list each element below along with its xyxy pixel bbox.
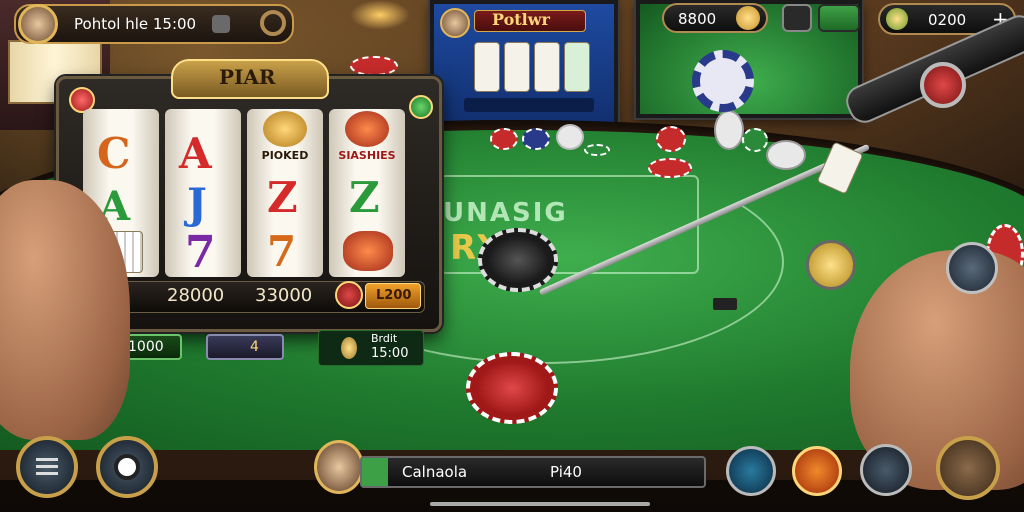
chip-red-flat <box>648 158 692 178</box>
reel2-symbol-1: A <box>179 129 212 178</box>
chip-stack-white-2 <box>714 110 744 150</box>
red-chip-stack-front <box>466 352 558 424</box>
screen-card-2 <box>504 42 530 92</box>
refresh-icon[interactable] <box>886 8 908 30</box>
option-value: 4 <box>250 339 259 355</box>
slot-bet-label: L200 <box>376 288 412 303</box>
avatar[interactable] <box>18 4 58 44</box>
dealer-avatar <box>440 8 470 38</box>
edit-icon[interactable] <box>736 6 760 30</box>
chip-stack-white-1 <box>556 124 584 150</box>
home-indicator <box>430 502 650 506</box>
cashout-icon[interactable] <box>818 4 860 32</box>
reel-4: SIASHIES Z <box>329 109 405 277</box>
poker-screen-title: Potlwr <box>492 10 550 29</box>
slot-spin-icon[interactable] <box>335 281 363 309</box>
reel3-symbol-1: Z <box>267 173 298 222</box>
chip-stack-red-2 <box>656 126 686 152</box>
reel2-symbol-3: 7 <box>185 227 216 278</box>
reel3-lion-icon <box>263 111 307 147</box>
player-name: Calnaola <box>402 463 468 481</box>
slot-title: PIAR <box>219 65 276 89</box>
bet-timer-badge[interactable]: Brdit 15:00 <box>318 330 424 366</box>
screen-card-4 <box>564 42 590 92</box>
slot-amount-1: 28000 <box>167 285 225 306</box>
gold-coin-icon <box>806 240 856 290</box>
player-avatar[interactable] <box>314 440 364 494</box>
bet-label: Brdit <box>371 332 398 345</box>
profile-status-text: Pohtol hle 15:00 <box>74 15 197 33</box>
chip-stack-white-3 <box>766 140 806 170</box>
poker-screen: Potlwr <box>430 0 618 126</box>
reel-3: PIOKED Z 7 <box>247 109 323 277</box>
credit-value: 1000 <box>128 339 164 355</box>
chip-stack-green-2 <box>742 128 768 152</box>
ring-icon[interactable] <box>260 10 286 36</box>
balance-value-1: 8800 <box>678 10 717 28</box>
balance-value-2: 0200 <box>928 11 967 29</box>
slot-bet-button[interactable]: L200 <box>365 283 421 309</box>
red-dial-icon[interactable] <box>920 62 966 108</box>
screen-card-3 <box>534 42 560 92</box>
dice <box>713 298 737 310</box>
big-blue-chip <box>692 50 754 112</box>
settings-icon[interactable] <box>212 15 230 33</box>
shuffle-icon[interactable] <box>860 444 912 496</box>
lamp-glow <box>350 0 410 30</box>
screen-card-1 <box>474 42 500 92</box>
player-value: Pi40 <box>550 463 582 481</box>
reel1-symbol-1: C <box>97 129 131 178</box>
reel3-label: PIOKED <box>261 149 309 162</box>
felt-text: UNASIG <box>443 198 568 228</box>
slot-amount-2: 33000 <box>255 285 313 306</box>
reel-2: A J 7 <box>165 109 241 278</box>
reel2-symbol-2: J <box>187 179 207 228</box>
soccer-ball-icon[interactable] <box>96 436 158 498</box>
chip-stack-green-1 <box>584 144 610 156</box>
balance-display-1[interactable]: 8800 <box>662 3 768 33</box>
player-bar: Calnaola Pi40 <box>360 456 706 488</box>
profile-panel[interactable]: Pohtol hle 15:00 <box>14 4 294 44</box>
menu-list-icon[interactable] <box>16 436 78 498</box>
action-button[interactable] <box>936 436 1000 500</box>
red-chip-top <box>350 56 398 76</box>
reel4-dragon-icon <box>345 111 389 147</box>
black-chip-stack <box>478 228 558 292</box>
reel3-symbol-2: 7 <box>267 227 297 276</box>
chip-stack-red-1 <box>490 128 518 150</box>
reel4-symbol-1: Z <box>349 173 380 222</box>
wallet-icon[interactable] <box>782 4 812 32</box>
reel4-label: SIASHIES <box>338 149 396 162</box>
bet-time: 15:00 <box>371 346 409 361</box>
screen-footer-bar <box>464 98 594 112</box>
option-badge[interactable]: 4 <box>206 334 284 360</box>
side-action-icon[interactable] <box>946 242 998 294</box>
chip-stack-blue-1 <box>522 128 550 150</box>
stats-icon[interactable] <box>726 446 776 496</box>
fire-bonus-icon[interactable] <box>792 446 842 496</box>
slot-right-badge[interactable] <box>409 95 433 119</box>
coin-icon <box>341 337 357 359</box>
reel4-dragon-icon-2 <box>343 231 393 271</box>
